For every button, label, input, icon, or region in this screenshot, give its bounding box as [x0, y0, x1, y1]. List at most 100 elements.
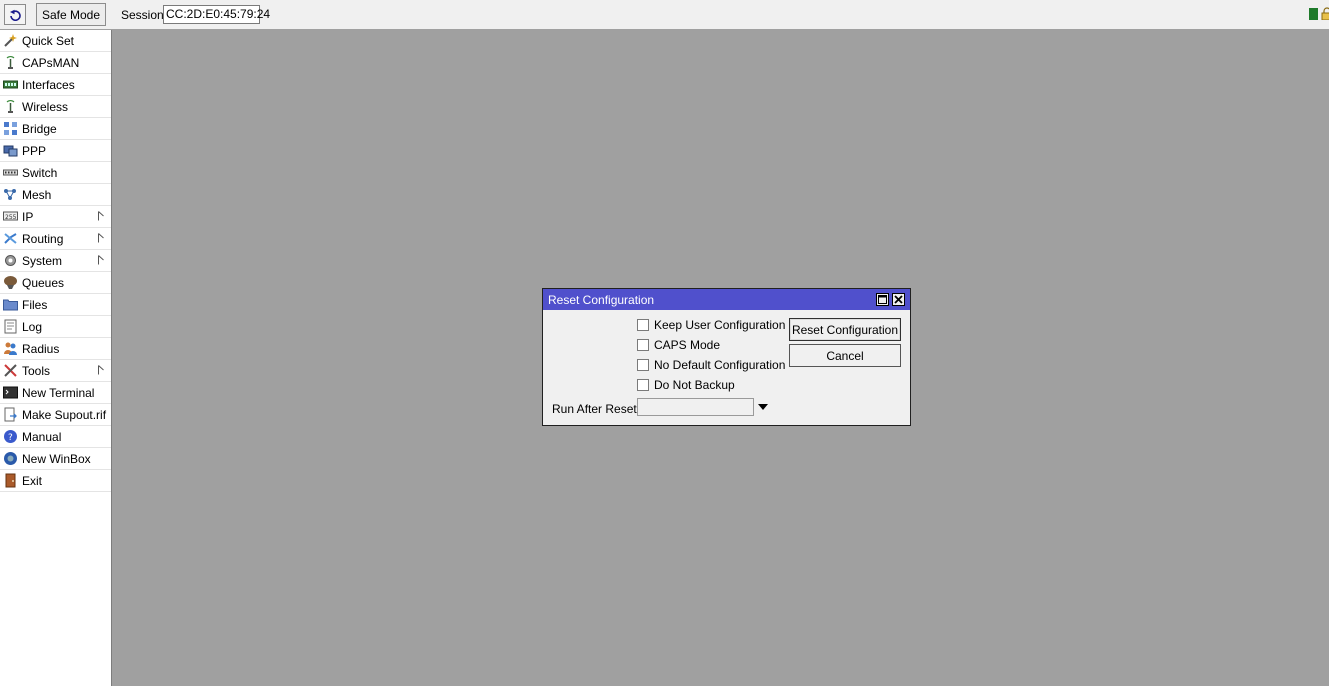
checkbox-box[interactable] — [637, 319, 649, 331]
sidebar-item-switch[interactable]: Switch — [0, 162, 111, 184]
submenu-arrow-icon — [98, 254, 104, 265]
wand-icon — [3, 33, 18, 48]
checkbox-box[interactable] — [637, 339, 649, 351]
sidebar-item-new-winbox[interactable]: New WinBox — [0, 448, 111, 470]
help-icon: ? — [3, 429, 18, 444]
bridge-icon — [3, 121, 18, 136]
checkbox-label: Keep User Configuration — [654, 318, 786, 332]
checkbox-label: Do Not Backup — [654, 378, 735, 392]
log-icon — [3, 319, 18, 334]
sidebar-item-routing[interactable]: Routing — [0, 228, 111, 250]
session-field[interactable]: CC:2D:E0:45:79:24 — [163, 5, 270, 24]
ppp-icon — [3, 143, 18, 158]
sidebar-item-label: Quick Set — [22, 33, 75, 48]
sidebar-item-queues[interactable]: Queues — [0, 272, 111, 294]
session-label: Session: — [121, 8, 168, 22]
cancel-button[interactable]: Cancel — [789, 344, 901, 367]
sidebar-item-label: IP — [22, 209, 34, 224]
no-default-configuration-checkbox[interactable]: No Default Configuration — [637, 357, 785, 373]
sidebar-item-label: Make Supout.rif — [22, 407, 107, 422]
sidebar-item-label: Bridge — [22, 121, 57, 136]
caps-mode-checkbox[interactable]: CAPS Mode — [637, 337, 720, 353]
tools-icon — [3, 363, 18, 378]
sidebar-item-manual[interactable]: ? Manual — [0, 426, 111, 448]
submenu-arrow-icon — [98, 232, 104, 243]
queue-icon — [3, 275, 18, 290]
users-icon — [3, 341, 18, 356]
sidebar-item-new-terminal[interactable]: New Terminal — [0, 382, 111, 404]
sidebar-item-label: Manual — [22, 429, 62, 444]
safe-mode-button[interactable]: Safe Mode — [36, 3, 106, 26]
checkbox-label: CAPS Mode — [654, 338, 721, 352]
close-icon — [894, 295, 903, 304]
antenna-icon — [3, 99, 18, 114]
sidebar-item-label: Wireless — [22, 99, 69, 114]
svg-text:?: ? — [8, 433, 13, 443]
sidebar-item-radius[interactable]: Radius — [0, 338, 111, 360]
sidebar-item-ppp[interactable]: PPP — [0, 140, 111, 162]
ethernet-port-icon — [3, 77, 18, 92]
dropdown-arrow-icon[interactable] — [758, 404, 768, 410]
checkbox-box[interactable] — [637, 359, 649, 371]
maximize-button[interactable] — [876, 293, 889, 306]
top-toolbar: Safe Mode Session: CC:2D:E0:45:79:24 — [0, 0, 1329, 30]
maximize-icon — [878, 295, 887, 304]
sidebar-item-ip[interactable]: 255 IP — [0, 206, 111, 228]
sidebar-menu: Quick Set CAPsMAN Interfaces Wireless Bridge… — [0, 30, 112, 686]
terminal-icon — [3, 385, 18, 400]
sidebar-item-label: Files — [22, 297, 48, 312]
sidebar-item-label: New WinBox — [22, 451, 91, 466]
sidebar-item-capsman[interactable]: CAPsMAN — [0, 52, 111, 74]
sidebar-item-label: Queues — [22, 275, 65, 290]
sidebar-item-label: CAPsMAN — [22, 55, 80, 70]
sidebar-item-log[interactable]: Log — [0, 316, 111, 338]
sidebar-item-make-supout-rif[interactable]: Make Supout.rif — [0, 404, 111, 426]
exit-door-icon — [3, 473, 18, 488]
sidebar-item-label: Mesh — [22, 187, 52, 202]
sidebar-item-label: Routing — [22, 231, 64, 246]
sidebar-item-quick-set[interactable]: Quick Set — [0, 30, 111, 52]
sidebar-item-interfaces[interactable]: Interfaces — [0, 74, 111, 96]
checkbox-label: No Default Configuration — [654, 358, 786, 372]
sidebar-item-label: PPP — [22, 143, 47, 158]
dialog-title-bar[interactable]: Reset Configuration — [543, 289, 910, 310]
sidebar-item-wireless[interactable]: Wireless — [0, 96, 111, 118]
svg-text:255: 255 — [5, 214, 17, 221]
reset-configuration-dialog: Reset Configuration Keep User Configurat… — [542, 288, 911, 426]
ip-icon: 255 — [3, 209, 18, 224]
run-after-reset-select[interactable] — [637, 398, 754, 416]
sidebar-item-exit[interactable]: Exit — [0, 470, 111, 492]
sidebar-item-tools[interactable]: Tools — [0, 360, 111, 382]
reset-configuration-button[interactable]: Reset Configuration — [789, 318, 901, 341]
folder-icon — [3, 297, 18, 312]
lock-icon — [1321, 7, 1329, 20]
checkbox-box[interactable] — [637, 379, 649, 391]
sidebar-item-label: Exit — [22, 473, 43, 488]
dialog-title: Reset Configuration — [548, 292, 655, 307]
sidebar-item-bridge[interactable]: Bridge — [0, 118, 111, 140]
sidebar-item-label: Interfaces — [22, 77, 75, 92]
close-button[interactable] — [892, 293, 905, 306]
sidebar-item-mesh[interactable]: Mesh — [0, 184, 111, 206]
sidebar-item-label: Radius — [22, 341, 60, 356]
sidebar-item-system[interactable]: System — [0, 250, 111, 272]
submenu-arrow-icon — [98, 364, 104, 375]
winbox-icon — [3, 451, 18, 466]
switch-icon — [3, 165, 18, 180]
submenu-arrow-icon — [98, 210, 104, 221]
document-arrow-icon — [3, 407, 18, 422]
undo-button[interactable] — [4, 4, 26, 25]
sidebar-item-label: System — [22, 253, 63, 268]
do-not-backup-checkbox[interactable]: Do Not Backup — [637, 377, 735, 393]
sidebar-item-label: New Terminal — [22, 385, 95, 400]
routing-icon — [3, 231, 18, 246]
mesh-icon — [3, 187, 18, 202]
keep-user-configuration-checkbox[interactable]: Keep User Configuration — [637, 317, 785, 333]
run-after-reset-label: Run After Reset: — [552, 402, 641, 416]
gear-icon — [3, 253, 18, 268]
sidebar-item-files[interactable]: Files — [0, 294, 111, 316]
antenna-icon — [3, 55, 18, 70]
sidebar-item-label: Log — [22, 319, 43, 334]
sidebar-item-label: Tools — [22, 363, 51, 378]
status-indicator-icon — [1309, 8, 1318, 20]
